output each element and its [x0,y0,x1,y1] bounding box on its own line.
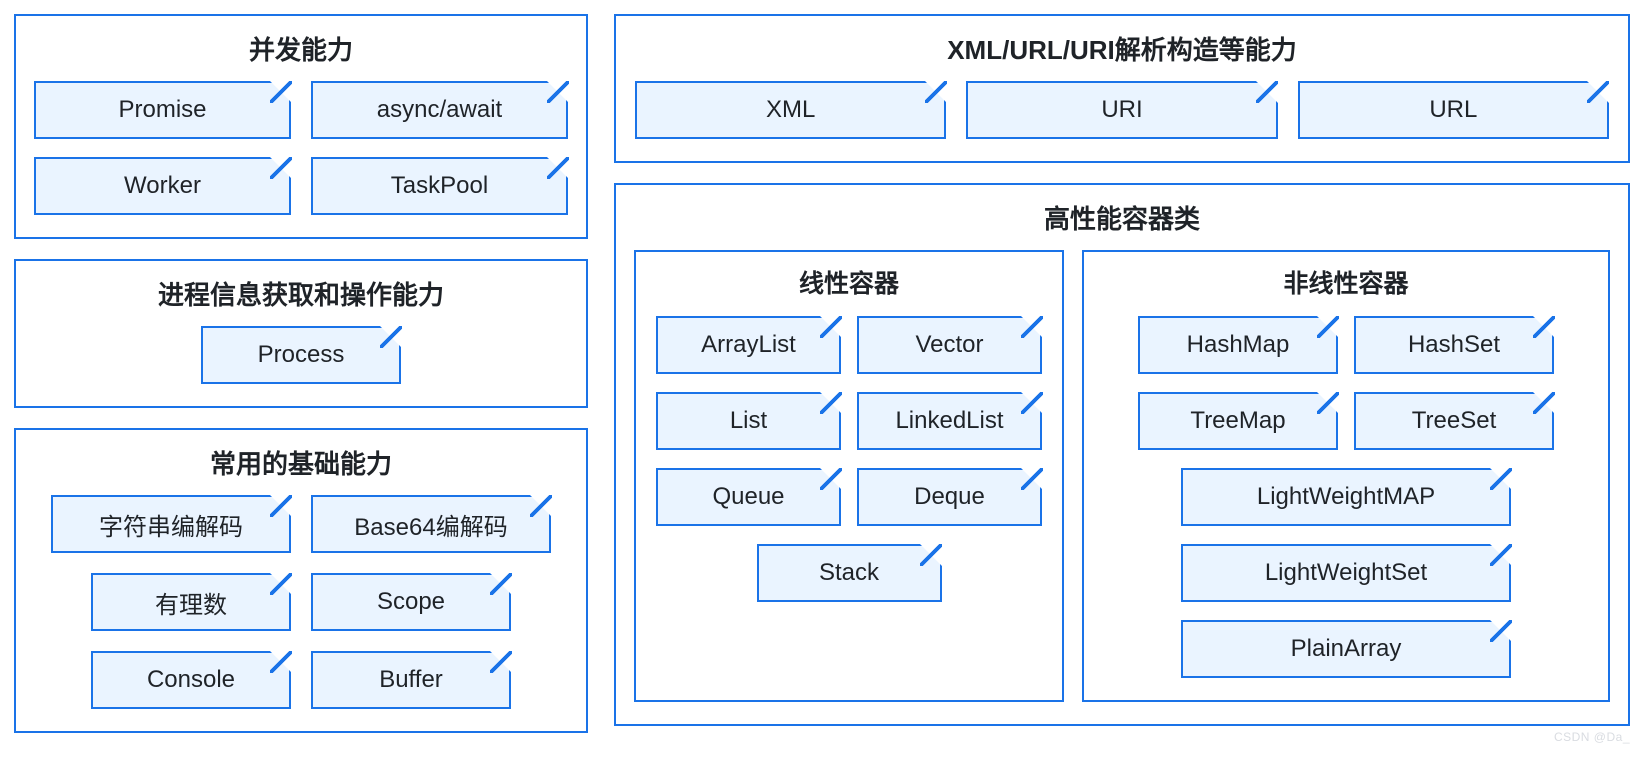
basic-items: 字符串编解码 Base64编解码 有理数 Scope Console Buffe… [34,495,568,709]
nonlinear-items: HashMap HashSet TreeMap TreeSet LightWei… [1098,316,1594,678]
chip-arraylist: ArrayList [656,316,841,374]
chip-uri: URI [966,81,1277,139]
panel-basic: 常用的基础能力 字符串编解码 Base64编解码 有理数 Scope Conso… [14,428,588,733]
panel-title: 高性能容器类 [634,199,1610,236]
chip-process: Process [201,326,401,384]
chip-hashmap: HashMap [1138,316,1338,374]
panel-parse: XML/URL/URI解析构造等能力 XML URI URL [614,14,1630,163]
subpanel-linear: 线性容器 ArrayList Vector List LinkedList Qu… [634,250,1064,702]
chip-vector: Vector [857,316,1042,374]
process-items: Process [34,326,568,384]
left-column: 并发能力 Promise async/await Worker TaskPool… [14,14,588,733]
panel-concurrency: 并发能力 Promise async/await Worker TaskPool [14,14,588,239]
chip-scope: Scope [311,573,511,631]
parse-items: XML URI URL [634,81,1610,139]
chip-list: List [656,392,841,450]
chip-rational: 有理数 [91,573,291,631]
container-subpanels: 线性容器 ArrayList Vector List LinkedList Qu… [634,250,1610,702]
panel-title: 并发能力 [34,30,568,67]
chip-url: URL [1298,81,1609,139]
chip-string-codec: 字符串编解码 [51,495,291,553]
chip-lightweightmap: LightWeightMAP [1181,468,1511,526]
panel-title: XML/URL/URI解析构造等能力 [634,30,1610,67]
chip-console: Console [91,651,291,709]
chip-taskpool: TaskPool [311,157,568,215]
chip-queue: Queue [656,468,841,526]
diagram-layout: 并发能力 Promise async/await Worker TaskPool… [14,14,1630,733]
chip-treemap: TreeMap [1138,392,1338,450]
chip-plainarray: PlainArray [1181,620,1511,678]
chip-treeset: TreeSet [1354,392,1554,450]
chip-promise: Promise [34,81,291,139]
panel-title: 进程信息获取和操作能力 [34,275,568,312]
chip-base64: Base64编解码 [311,495,551,553]
chip-worker: Worker [34,157,291,215]
chip-linkedlist: LinkedList [857,392,1042,450]
panel-title: 常用的基础能力 [34,444,568,481]
sub-title: 线性容器 [650,264,1048,300]
linear-items: ArrayList Vector List LinkedList Queue D… [650,316,1048,602]
chip-buffer: Buffer [311,651,511,709]
panel-containers: 高性能容器类 线性容器 ArrayList Vector List Linked… [614,183,1630,726]
chip-stack: Stack [757,544,942,602]
panel-process: 进程信息获取和操作能力 Process [14,259,588,408]
chip-hashset: HashSet [1354,316,1554,374]
subpanel-nonlinear: 非线性容器 HashMap HashSet TreeMap TreeSet Li… [1082,250,1610,702]
chip-lightweightset: LightWeightSet [1181,544,1511,602]
chip-xml: XML [635,81,946,139]
concurrency-items: Promise async/await Worker TaskPool [34,81,568,215]
chip-deque: Deque [857,468,1042,526]
sub-title: 非线性容器 [1098,264,1594,300]
watermark: CSDN @Da_ [1554,730,1630,744]
right-column: XML/URL/URI解析构造等能力 XML URI URL 高性能容器类 线性… [614,14,1630,733]
chip-async-await: async/await [311,81,568,139]
